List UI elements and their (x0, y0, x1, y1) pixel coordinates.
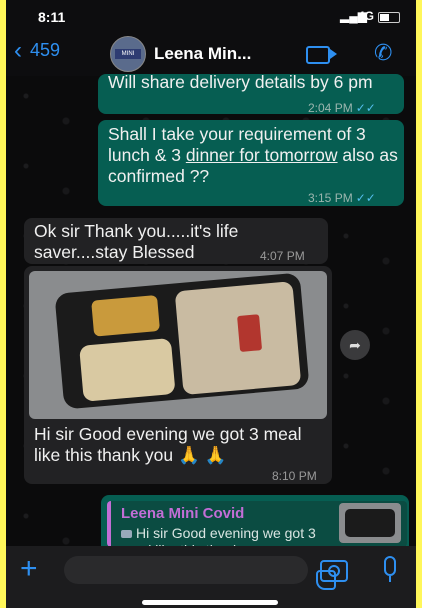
network-type: 4G (358, 9, 375, 23)
reply-message[interactable]: Leena Mini Covid Hi sir Good evening we … (101, 495, 409, 547)
home-indicator (142, 600, 278, 605)
message-text: Shall I take your requirement of 3 lunch… (108, 124, 398, 186)
status-time: 8:11 (38, 9, 66, 25)
message-outgoing[interactable]: Shall I take your requirement of 3 lunch… (98, 120, 404, 206)
image-message[interactable]: Hi sir Good evening we got 3 meal like t… (24, 266, 332, 484)
status-bar: 8:11 ▂▄▆ 4G (6, 0, 416, 32)
message-text: Will share delivery details by 6 pm (108, 72, 373, 92)
chevron-left-icon: ‹ (14, 36, 22, 64)
quoted-sender: Leena Mini Covid (121, 505, 245, 522)
photo-icon (121, 530, 132, 538)
meal-photo[interactable] (29, 271, 327, 419)
read-receipt-icon: ✓✓ (355, 191, 376, 205)
message-time: 3:15 PM ✓✓ (308, 191, 376, 205)
phone-call-icon[interactable]: ✆ (374, 40, 392, 66)
unread-count: 459 (30, 40, 61, 60)
image-caption: Hi sir Good evening we got 3 meal like t… (34, 424, 302, 465)
contact-name[interactable]: Leena Min... (154, 44, 251, 64)
quoted-text: Hi sir Good evening we got 3 meal like t… (121, 525, 341, 547)
message-input[interactable] (64, 556, 336, 590)
avatar[interactable]: MINI (110, 36, 146, 72)
message-time: 4:07 PM (260, 249, 305, 263)
message-time: 8:10 PM (272, 469, 317, 483)
meal-tray-image (54, 272, 310, 410)
back-button[interactable]: ‹ 459 (14, 36, 61, 64)
composer-bar: + (6, 546, 416, 608)
chat-area[interactable]: Will share delivery details by 6 pm 2:04… (6, 72, 416, 546)
plus-icon[interactable]: + (20, 552, 38, 586)
forward-icon[interactable]: ➦ (340, 330, 370, 360)
battery-icon (378, 12, 400, 23)
chat-header: ‹ 459 MINI Leena Min... ✆ (6, 32, 416, 76)
whatsapp-screen: 8:11 ▂▄▆ 4G ‹ 459 MINI Leena Min... ✆ Wi… (6, 0, 416, 608)
video-call-icon[interactable] (306, 46, 337, 64)
message-time: 2:04 PM ✓✓ (308, 101, 376, 115)
mic-icon[interactable] (384, 556, 396, 582)
quoted-thumbnail (339, 503, 401, 543)
camera-icon[interactable] (320, 560, 348, 582)
message-outgoing[interactable]: Will share delivery details by 6 pm 2:04… (98, 72, 404, 115)
message-link[interactable]: dinner for tomorrow (186, 145, 338, 165)
read-receipt-icon: ✓✓ (355, 101, 376, 115)
message-incoming[interactable]: Ok sir Thank you.....it's life saver....… (24, 218, 328, 264)
quoted-message[interactable]: Leena Mini Covid Hi sir Good evening we … (107, 501, 407, 547)
